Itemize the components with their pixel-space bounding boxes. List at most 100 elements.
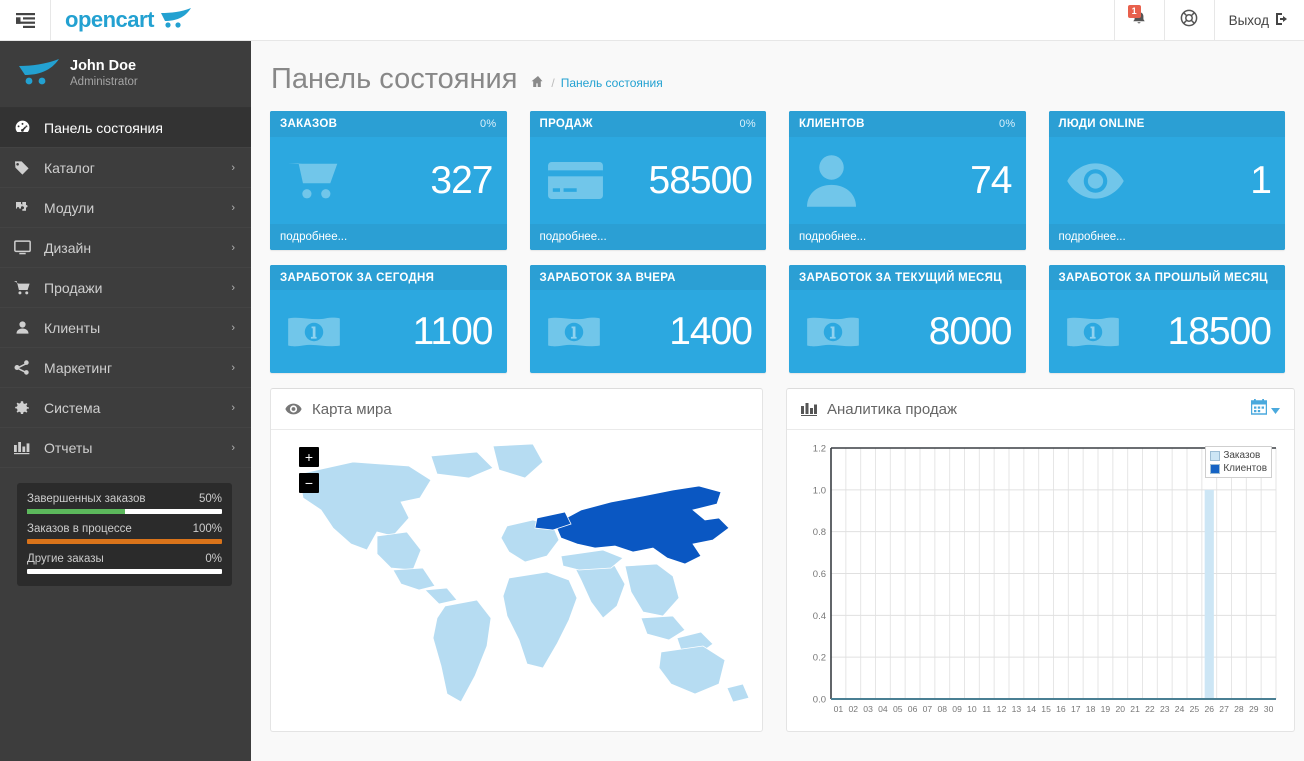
- stat-tile-footer-link[interactable]: подробнее...: [529, 224, 766, 250]
- svg-text:16: 16: [1056, 704, 1066, 714]
- sidebar-item-label: Система: [44, 399, 101, 416]
- svg-text:29: 29: [1249, 704, 1259, 714]
- sidebar-item-продажи[interactable]: Продажи ›: [0, 268, 251, 308]
- stat-tile-footer-link[interactable]: подробнее...: [270, 224, 507, 250]
- order-status-progress-box: Завершенных заказов 50% Заказов в процессе…: [17, 483, 232, 586]
- stat-tiles-row-2: ЗАРАБОТОК ЗА СЕГОДНЯ 1100 ЗАРАБОТОК ЗА ВЧЕ…: [251, 265, 1304, 373]
- stat-tile-title: КЛИЕНТОВ: [799, 118, 865, 130]
- date-range-dropdown[interactable]: [1250, 399, 1280, 419]
- lifebuoy-icon: [1180, 9, 1198, 32]
- menu-collapse-icon[interactable]: [0, 0, 51, 40]
- stat-tile[interactable]: КЛИЕНТОВ 0% 74 подробнее...: [789, 111, 1026, 250]
- stat-tile-title: ЛЮДИ ONLINE: [1058, 118, 1145, 130]
- user-profile[interactable]: John Doe Administrator: [0, 41, 251, 108]
- world-map-panel: Карта мира + −: [270, 388, 763, 732]
- earnings-tile[interactable]: ЗАРАБОТОК ЗА ВЧЕРА 1400: [529, 265, 767, 373]
- sidebar-item-система[interactable]: Система ›: [0, 388, 251, 428]
- svg-text:01: 01: [834, 704, 844, 714]
- page-title: Панель состояния: [271, 63, 518, 95]
- chevron-right-icon: ›: [231, 201, 235, 214]
- svg-text:07: 07: [923, 704, 933, 714]
- home-icon[interactable]: [531, 75, 545, 91]
- stat-tile[interactable]: ПРОДАЖ 0% 58500 подробнее...: [529, 111, 766, 250]
- stat-tile-header: ЗАКАЗОВ 0%: [270, 111, 507, 137]
- stat-tile-percent: 0%: [739, 118, 756, 130]
- svg-text:11: 11: [982, 704, 991, 714]
- stat-tile-header: ЛЮДИ ONLINE: [1048, 111, 1285, 137]
- progress-fill: [27, 509, 125, 514]
- svg-text:10: 10: [967, 704, 977, 714]
- earnings-tile[interactable]: ЗАРАБОТОК ЗА ПРОШЛЫЙ МЕСЯЦ 18500: [1048, 265, 1285, 373]
- sidebar-item-дизайн[interactable]: Дизайн ›: [0, 228, 251, 268]
- world-map-panel-header: Карта мира: [271, 389, 762, 430]
- person-icon: [807, 154, 856, 207]
- stat-tile[interactable]: ЛЮДИ ONLINE 1 подробнее...: [1048, 111, 1286, 250]
- cart-icon: [0, 280, 44, 295]
- sidebar-item-label: Панель состояния: [44, 119, 163, 136]
- sidebar-item-панель-состояния[interactable]: Панель состояния: [0, 108, 251, 148]
- sidebar-item-label: Дизайн: [44, 239, 92, 256]
- credit-card-icon: [547, 162, 603, 199]
- user-icon: [0, 320, 44, 335]
- svg-text:03: 03: [863, 704, 873, 714]
- earnings-tile-title: ЗАРАБОТОК ЗА ПРОШЛЫЙ МЕСЯЦ: [1058, 271, 1268, 284]
- stat-tile-footer-link[interactable]: подробнее...: [1048, 224, 1285, 250]
- sidebar-item-модули[interactable]: Модули ›: [0, 188, 251, 228]
- earnings-tile-value: 1400: [669, 309, 753, 353]
- brand-logo[interactable]: opencart: [51, 0, 193, 40]
- profile-text: John Doe Administrator: [70, 58, 138, 90]
- stat-tile-footer-link[interactable]: подробнее...: [789, 224, 1026, 250]
- stat-tile-body: 327: [270, 137, 507, 224]
- progress-row: Другие заказы 0%: [27, 553, 222, 574]
- sidebar-nav: Панель состояния Каталог › Модули › Дизайн › Пр…: [0, 108, 251, 468]
- svg-text:20: 20: [1115, 704, 1125, 714]
- sidebar-item-каталог[interactable]: Каталог ›: [0, 148, 251, 188]
- support-button[interactable]: [1163, 0, 1214, 40]
- main-content: Панель состояния / Панель состояния ЗАКА…: [251, 41, 1304, 761]
- breadcrumb-current[interactable]: Панель состояния: [561, 76, 663, 90]
- top-header-bar: opencart 1 Выход: [0, 0, 1304, 41]
- earnings-tile-header: ЗАРАБОТОК ЗА ТЕКУЩИЙ МЕСЯЦ: [789, 265, 1026, 290]
- chevron-down-icon: [1271, 401, 1280, 418]
- stat-tile-title: ПРОДАЖ: [539, 118, 593, 130]
- stat-tiles-row-1: ЗАКАЗОВ 0% 327 подробнее... ПРОДАЖ 0% 58500 под…: [251, 111, 1304, 250]
- chart-legend: Заказов Клиентов: [1205, 446, 1272, 478]
- logout-button[interactable]: Выход: [1213, 0, 1304, 40]
- svg-text:27: 27: [1219, 704, 1229, 714]
- world-map[interactable]: + −: [281, 440, 752, 721]
- sidebar-item-отчеты[interactable]: Отчеты ›: [0, 428, 251, 468]
- earnings-tile-body: 1400: [530, 290, 767, 373]
- svg-text:0.4: 0.4: [813, 611, 826, 622]
- sales-chart[interactable]: Заказов Клиентов 0.0 0.2 0.4 0.6 0.8 1.0 1.2 01 0…: [797, 440, 1284, 721]
- stat-tile[interactable]: ЗАКАЗОВ 0% 327 подробнее...: [270, 111, 507, 250]
- map-zoom-in-button[interactable]: +: [299, 447, 319, 467]
- svg-text:05: 05: [893, 704, 903, 714]
- svg-text:19: 19: [1101, 704, 1111, 714]
- world-map-panel-title: Карта мира: [312, 400, 392, 418]
- money-icon: [547, 316, 600, 348]
- sidebar-item-label: Каталог: [44, 159, 95, 176]
- sidebar-item-клиенты[interactable]: Клиенты ›: [0, 308, 251, 348]
- sidebar-item-label: Отчеты: [44, 439, 93, 456]
- map-zoom-out-button[interactable]: −: [299, 473, 319, 493]
- chart-legend-swatch: [1210, 463, 1221, 474]
- earnings-tile[interactable]: ЗАРАБОТОК ЗА СЕГОДНЯ 1100: [270, 265, 507, 373]
- notifications-button[interactable]: 1: [1113, 0, 1164, 40]
- svg-text:08: 08: [937, 704, 947, 714]
- stat-tile-footer-label: подробнее...: [280, 231, 348, 243]
- chart-svg: 0.0 0.2 0.4 0.6 0.8 1.0 1.2 01 02 03 04 05 06 07 08 09 1…: [813, 444, 1277, 714]
- stat-tile-body: 1: [1049, 137, 1286, 224]
- sidebar-item-маркетинг[interactable]: Маркетинг ›: [0, 348, 251, 388]
- svg-text:1.0: 1.0: [813, 485, 826, 496]
- tag-icon: [0, 160, 44, 176]
- svg-text:09: 09: [952, 704, 962, 714]
- chart-legend-swatch: [1210, 450, 1221, 461]
- world-map-panel-body: + −: [271, 430, 762, 731]
- stat-tile-value: 327: [430, 158, 493, 202]
- stat-tile-title: ЗАКАЗОВ: [280, 118, 338, 130]
- sidebar-item-label: Маркетинг: [44, 359, 113, 376]
- svg-text:0.8: 0.8: [813, 527, 826, 538]
- money-icon: [288, 316, 340, 348]
- earnings-tile[interactable]: ЗАРАБОТОК ЗА ТЕКУЩИЙ МЕСЯЦ 8000: [789, 265, 1026, 373]
- chevron-right-icon: ›: [231, 281, 235, 294]
